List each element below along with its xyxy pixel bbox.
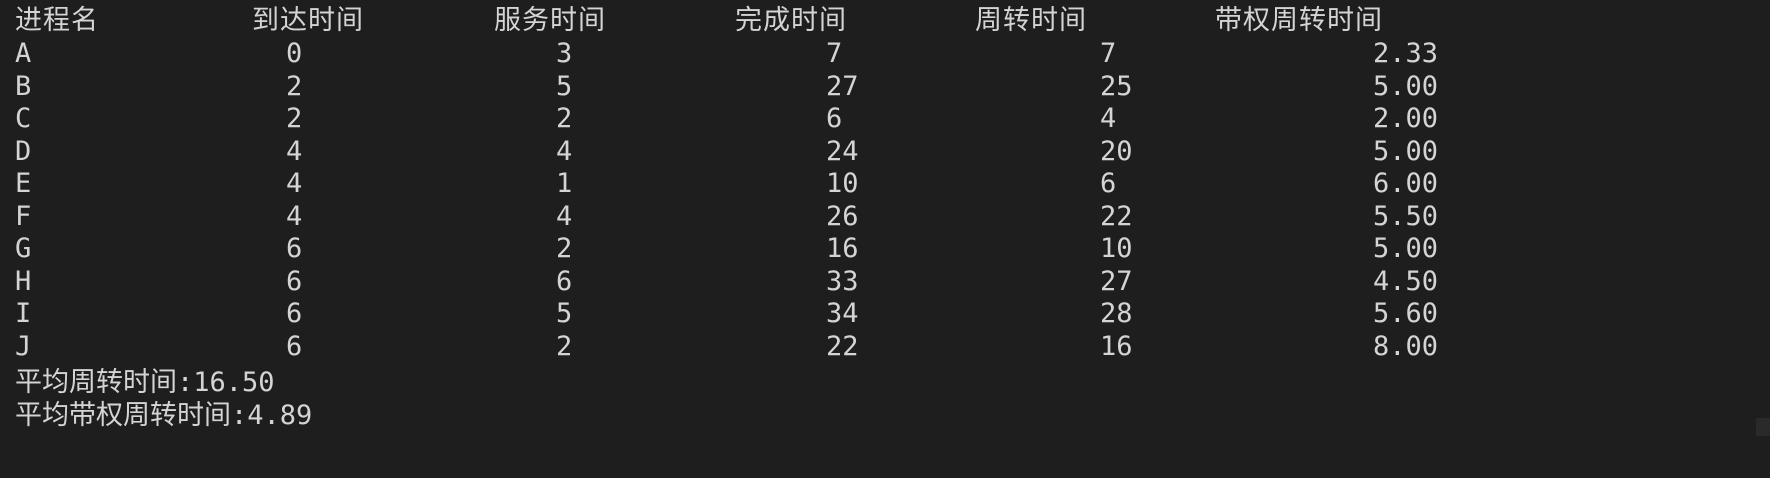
weighted-turnaround-cell: 5.60 — [1373, 298, 1439, 329]
service-time-cell: 6 — [556, 265, 573, 297]
arrival-time-cell: 6 — [286, 330, 303, 362]
header-turnaround-time: 周转时间 — [975, 5, 1087, 36]
average-turnaround-line: 平均周转时间:16.50 — [15, 367, 275, 398]
header-finish-time: 完成时间 — [735, 5, 847, 36]
process-name-cell: J — [15, 330, 32, 362]
finish-time-cell: 24 — [826, 135, 859, 167]
finish-time-cell: 7 — [826, 38, 843, 69]
process-name-cell: G — [15, 233, 32, 264]
finish-time-cell: 34 — [826, 298, 859, 329]
process-name-cell: A — [15, 38, 32, 69]
process-name-cell: E — [15, 168, 32, 199]
weighted-turnaround-cell: 4.50 — [1373, 265, 1439, 297]
process-name-cell: F — [15, 200, 32, 232]
table-row: H 6 6 33 27 4.50 — [0, 263, 1770, 300]
process-name-cell: D — [15, 135, 32, 167]
weighted-turnaround-cell: 5.00 — [1373, 233, 1439, 264]
service-time-cell: 4 — [556, 200, 573, 232]
turnaround-time-cell: 4 — [1100, 103, 1117, 134]
finish-time-cell: 6 — [826, 103, 843, 134]
process-name-cell: C — [15, 103, 32, 134]
table-row: A 0 3 7 7 2.33 — [0, 35, 1770, 72]
weighted-turnaround-cell: 5.00 — [1373, 70, 1439, 102]
arrival-time-cell: 4 — [286, 168, 303, 199]
table-row: I 6 5 34 28 5.60 — [0, 295, 1770, 332]
weighted-turnaround-cell: 6.00 — [1373, 168, 1439, 199]
arrival-time-cell: 6 — [286, 265, 303, 297]
table-row: D 4 4 24 20 5.00 — [0, 133, 1770, 170]
weighted-turnaround-cell: 5.50 — [1373, 200, 1439, 232]
scrollbar-thumb[interactable] — [1756, 418, 1770, 436]
average-weighted-turnaround-line: 平均带权周转时间:4.89 — [15, 400, 313, 431]
header-service-time: 服务时间 — [494, 5, 606, 36]
table-row: G 6 2 16 10 5.00 — [0, 230, 1770, 267]
service-time-cell: 2 — [556, 233, 573, 264]
process-name-cell: H — [15, 265, 32, 297]
turnaround-time-cell: 27 — [1100, 265, 1133, 297]
arrival-time-cell: 4 — [286, 135, 303, 167]
weighted-turnaround-cell: 2.00 — [1373, 103, 1439, 134]
header-arrival-time: 到达时间 — [252, 5, 364, 36]
turnaround-time-cell: 22 — [1100, 200, 1133, 232]
finish-time-cell: 26 — [826, 200, 859, 232]
service-time-cell: 3 — [556, 38, 573, 69]
terminal-output: 进程名 到达时间 服务时间 完成时间 周转时间 带权周转时间 A 0 3 7 7 2.33… — [0, 0, 1770, 478]
table-row: B 2 5 27 25 5.00 — [0, 68, 1770, 105]
arrival-time-cell: 6 — [286, 233, 303, 264]
process-name-cell: I — [15, 298, 32, 329]
turnaround-time-cell: 25 — [1100, 70, 1133, 102]
finish-time-cell: 33 — [826, 265, 859, 297]
turnaround-time-cell: 28 — [1100, 298, 1133, 329]
service-time-cell: 2 — [556, 330, 573, 362]
table-row: F 4 4 26 22 5.50 — [0, 198, 1770, 235]
weighted-turnaround-cell: 2.33 — [1373, 38, 1439, 69]
turnaround-time-cell: 20 — [1100, 135, 1133, 167]
weighted-turnaround-cell: 5.00 — [1373, 135, 1439, 167]
process-name-cell: B — [15, 70, 32, 102]
turnaround-time-cell: 16 — [1100, 330, 1133, 362]
arrival-time-cell: 4 — [286, 200, 303, 232]
turnaround-time-cell: 10 — [1100, 233, 1133, 264]
turnaround-time-cell: 7 — [1100, 38, 1117, 69]
service-time-cell: 5 — [556, 70, 573, 102]
header-weighted-turnaround-time: 带权周转时间 — [1215, 5, 1383, 36]
arrival-time-cell: 6 — [286, 298, 303, 329]
service-time-cell: 1 — [556, 168, 573, 199]
table-row: J 6 2 22 16 8.00 — [0, 328, 1770, 365]
service-time-cell: 5 — [556, 298, 573, 329]
service-time-cell: 4 — [556, 135, 573, 167]
header-process-name: 进程名 — [15, 5, 99, 36]
finish-time-cell: 10 — [826, 168, 859, 199]
service-time-cell: 2 — [556, 103, 573, 134]
finish-time-cell: 27 — [826, 70, 859, 102]
turnaround-time-cell: 6 — [1100, 168, 1117, 199]
arrival-time-cell: 2 — [286, 70, 303, 102]
finish-time-cell: 22 — [826, 330, 859, 362]
arrival-time-cell: 2 — [286, 103, 303, 134]
table-header-row: 进程名 到达时间 服务时间 完成时间 周转时间 带权周转时间 — [0, 2, 1770, 39]
finish-time-cell: 16 — [826, 233, 859, 264]
weighted-turnaround-cell: 8.00 — [1373, 330, 1439, 362]
table-row: E 4 1 10 6 6.00 — [0, 165, 1770, 202]
arrival-time-cell: 0 — [286, 38, 303, 69]
table-row: C 2 2 6 4 2.00 — [0, 100, 1770, 137]
